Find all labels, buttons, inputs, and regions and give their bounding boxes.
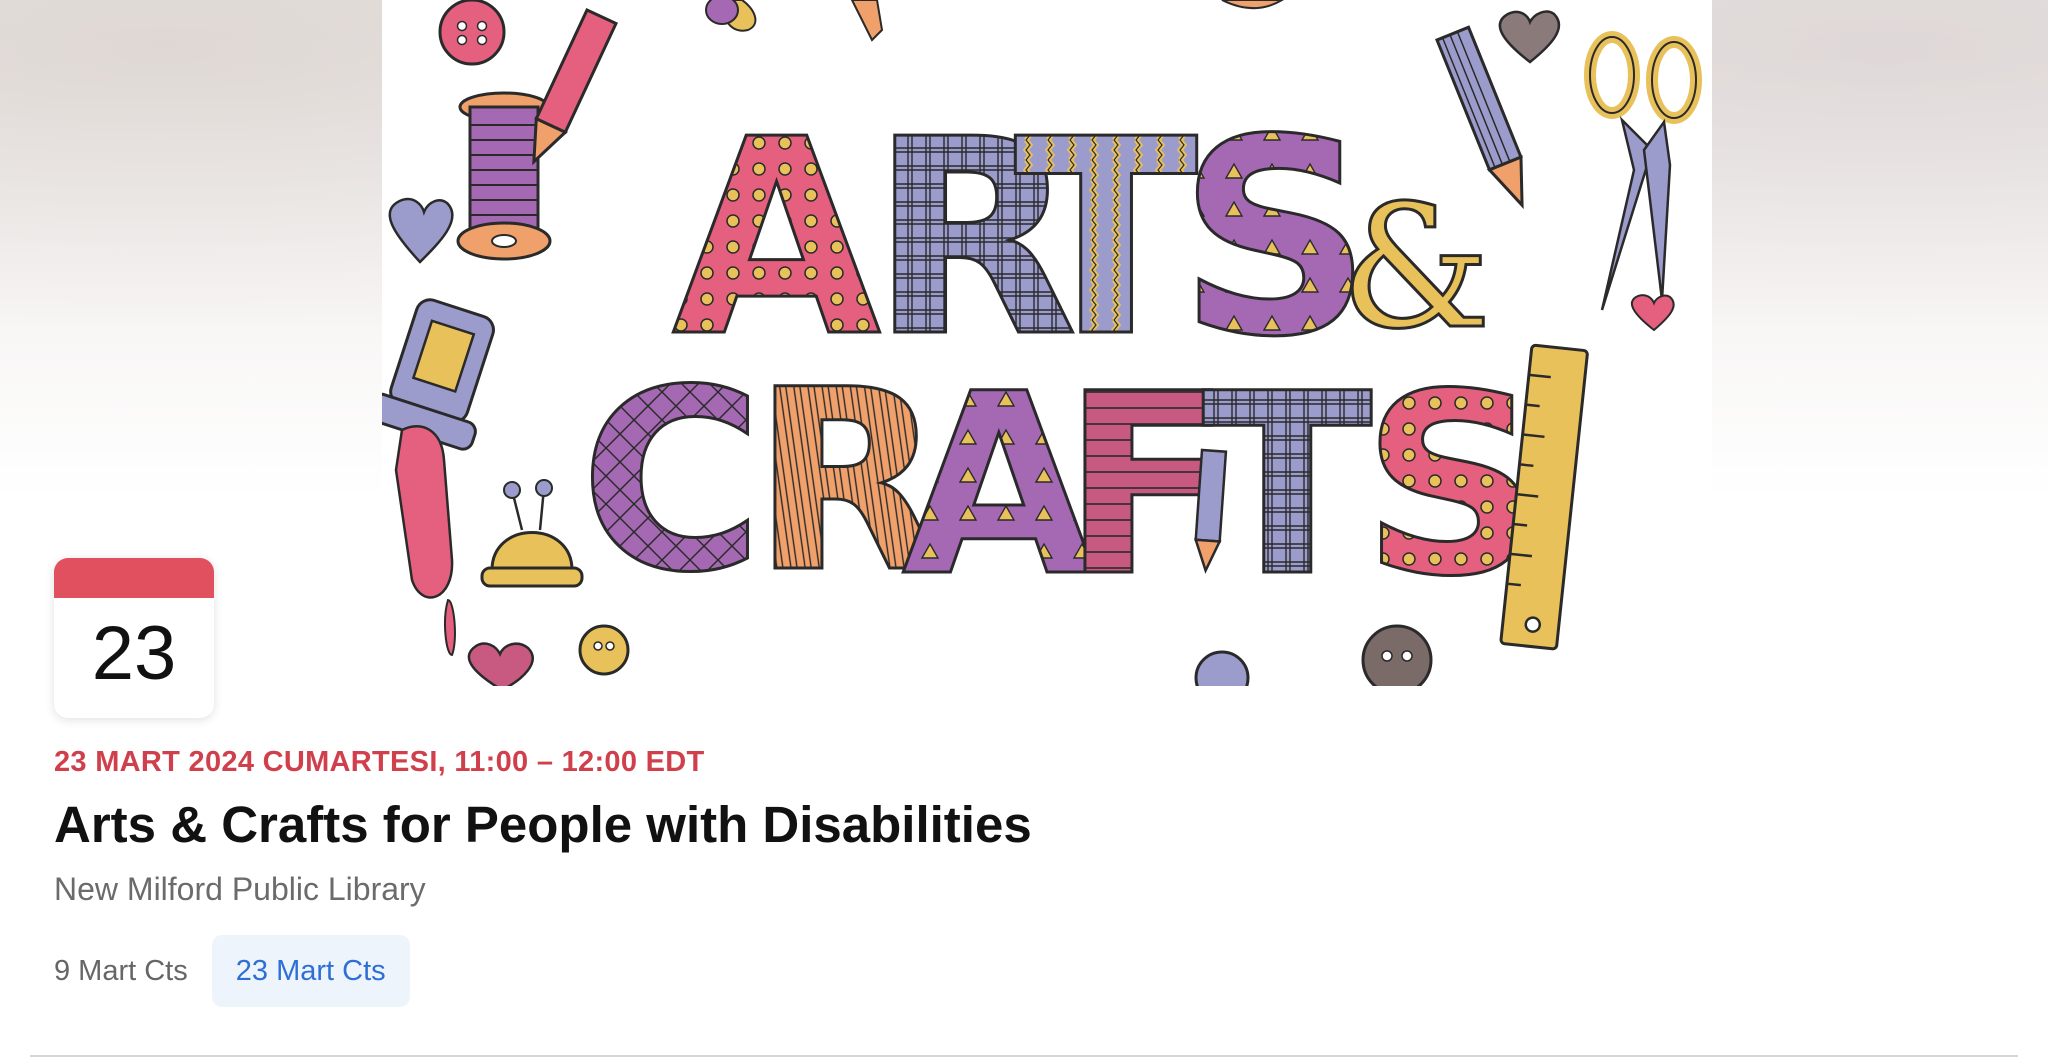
glue-bottle-icon	[382, 298, 495, 451]
button-icon	[438, 0, 506, 66]
event-location: New Milford Public Library	[54, 871, 426, 907]
calendar-date-tile: 23	[54, 558, 214, 718]
heart-icon	[1631, 294, 1675, 332]
glue-drip-icon	[394, 425, 454, 599]
date-chip-23-mart[interactable]: 23 Mart Cts	[211, 935, 410, 1007]
date-chip-9-mart[interactable]: 9 Mart Cts	[54, 935, 212, 1007]
button-icon	[578, 624, 630, 676]
event-title: Arts & Crafts for People with Disabiliti…	[54, 796, 1032, 853]
pencil-icon	[532, 8, 618, 166]
calendar-tile-day: 23	[91, 611, 177, 696]
scissors-icon	[1584, 31, 1702, 311]
button-icon	[1361, 624, 1433, 686]
pincushion-icon	[480, 479, 584, 588]
date-chip-group: 9 Mart Cts 23 Mart Cts	[54, 935, 410, 1007]
event-date-time: 23 MART 2024 CUMARTESI, 11:00 – 12:00 ED…	[54, 746, 705, 778]
artwork-letter-c: C	[580, 336, 763, 627]
calendar-tile-header	[54, 558, 214, 598]
heart-icon	[467, 642, 534, 686]
event-artwork: A R T S & C R A F T S	[382, 0, 1712, 686]
artwork-ampersand: &	[1340, 169, 1491, 367]
button-icon	[1194, 650, 1250, 686]
section-divider	[30, 1055, 2018, 1057]
event-detail-page: A R T S & C R A F T S 23 23 MART 2024 CU…	[0, 0, 2048, 1060]
artwork-letter-t2: T	[1202, 340, 1373, 631]
heart-icon	[1498, 10, 1561, 64]
heart-icon	[388, 197, 454, 264]
